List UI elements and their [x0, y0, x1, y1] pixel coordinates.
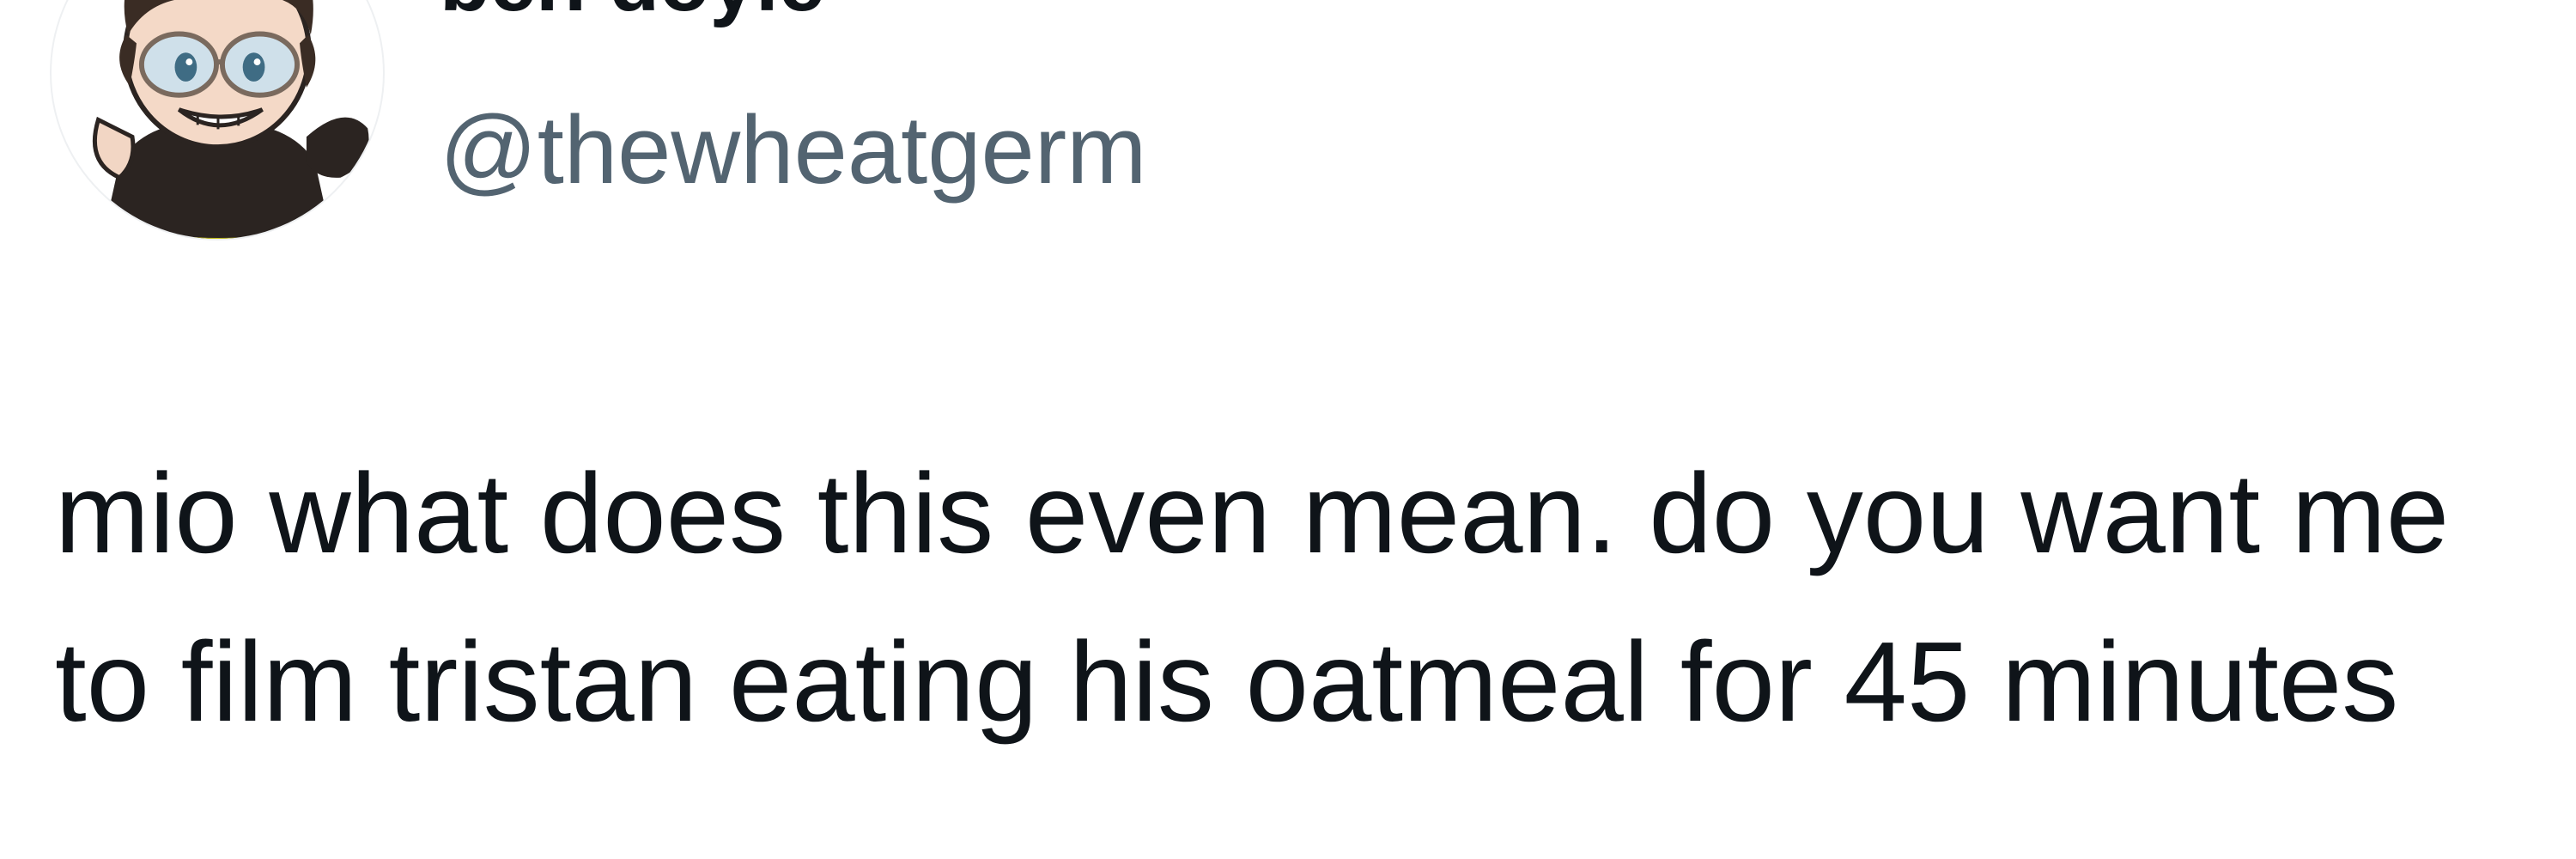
author-display-name[interactable]: ben doyle — [440, 0, 824, 24]
avatar[interactable] — [50, 0, 385, 241]
author-handle[interactable]: @thewheatgerm — [440, 93, 1146, 208]
tweet-card: ben doyle @thewheatgerm mio what does th… — [0, 0, 2576, 859]
cartoon-avatar-icon — [92, 0, 369, 239]
tweet-text: mio what does this even mean. do you wan… — [55, 450, 2450, 745]
